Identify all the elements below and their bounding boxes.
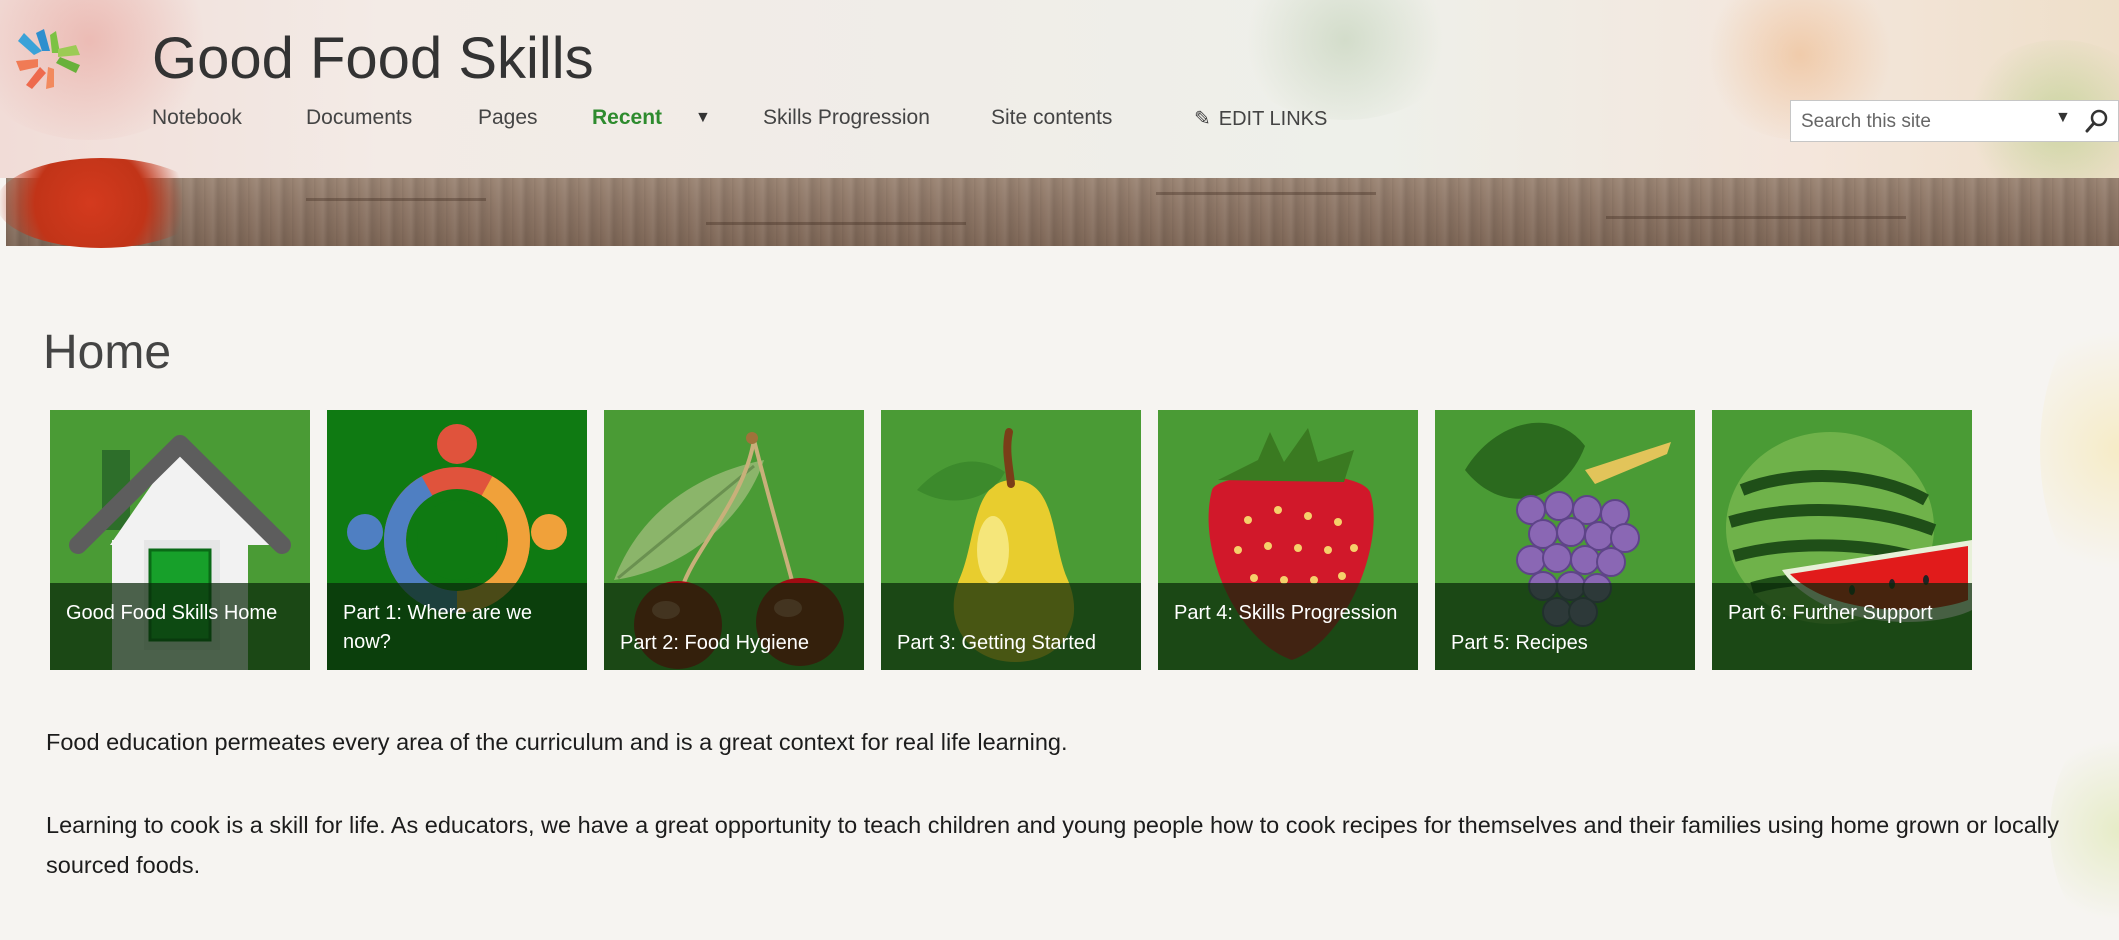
site-logo-icon[interactable] [14, 27, 80, 89]
nav-item-documents[interactable]: Documents [306, 106, 412, 130]
tile-label: Part 1: Where are we now? [327, 583, 587, 670]
tile-part-6[interactable]: Part 6: Further Support [1712, 410, 1972, 670]
tile-good-food-skills-home[interactable]: Good Food Skills Home [50, 410, 310, 670]
tile-label: Part 6: Further Support [1712, 583, 1972, 670]
nav-item-pages[interactable]: Pages [478, 106, 538, 130]
wood-grain [306, 198, 486, 201]
page-title: Home [43, 326, 172, 380]
intro-paragraph: Food education permeates every area of t… [46, 729, 1068, 755]
tile-label: Part 3: Getting Started [881, 583, 1141, 670]
site-title[interactable]: Good Food Skills [152, 30, 594, 88]
tile-label: Good Food Skills Home [50, 583, 310, 670]
tile-label: Part 4: Skills Progression [1158, 583, 1418, 670]
nav-item-skills-progression[interactable]: Skills Progression [763, 106, 930, 130]
site-header: Good Food Skills Notebook Documents Page… [0, 0, 2119, 200]
background-decoration [2040, 300, 2119, 600]
background-decoration [1230, 0, 1460, 120]
chevron-down-icon[interactable]: ▼ [695, 109, 711, 127]
tile-part-1[interactable]: Part 1: Where are we now? [327, 410, 587, 670]
wood-grain [1606, 216, 1906, 219]
tile-label: Part 5: Recipes [1435, 583, 1695, 670]
wood-grain [1156, 192, 1376, 195]
nav-item-site-contents[interactable]: Site contents [991, 106, 1112, 130]
tile-part-4[interactable]: Part 4: Skills Progression [1158, 410, 1418, 670]
search-input[interactable]: Search this site [1801, 111, 1931, 133]
nav-item-recent[interactable]: Recent [592, 106, 662, 130]
search-box[interactable]: Search this site ▼ [1790, 100, 2119, 142]
search-icon[interactable] [2083, 107, 2111, 135]
pencil-icon: ✎ [1194, 108, 1211, 130]
body-paragraph: Learning to cook is a skill for life. As… [46, 812, 2059, 878]
tomato-decoration [0, 158, 206, 248]
wood-grain [706, 222, 966, 225]
header-banner-image [0, 158, 2119, 248]
tile-label: Part 2: Food Hygiene [604, 583, 864, 670]
edit-links-label: EDIT LINKS [1218, 108, 1328, 130]
tile-part-2[interactable]: Part 2: Food Hygiene [604, 410, 864, 670]
edit-links-button[interactable]: ✎ EDIT LINKS [1194, 106, 1327, 131]
nav-item-notebook[interactable]: Notebook [152, 106, 242, 130]
tile-part-3[interactable]: Part 3: Getting Started [881, 410, 1141, 670]
tile-part-5[interactable]: Part 5: Recipes [1435, 410, 1695, 670]
search-scope-dropdown-icon[interactable]: ▼ [2055, 109, 2071, 127]
